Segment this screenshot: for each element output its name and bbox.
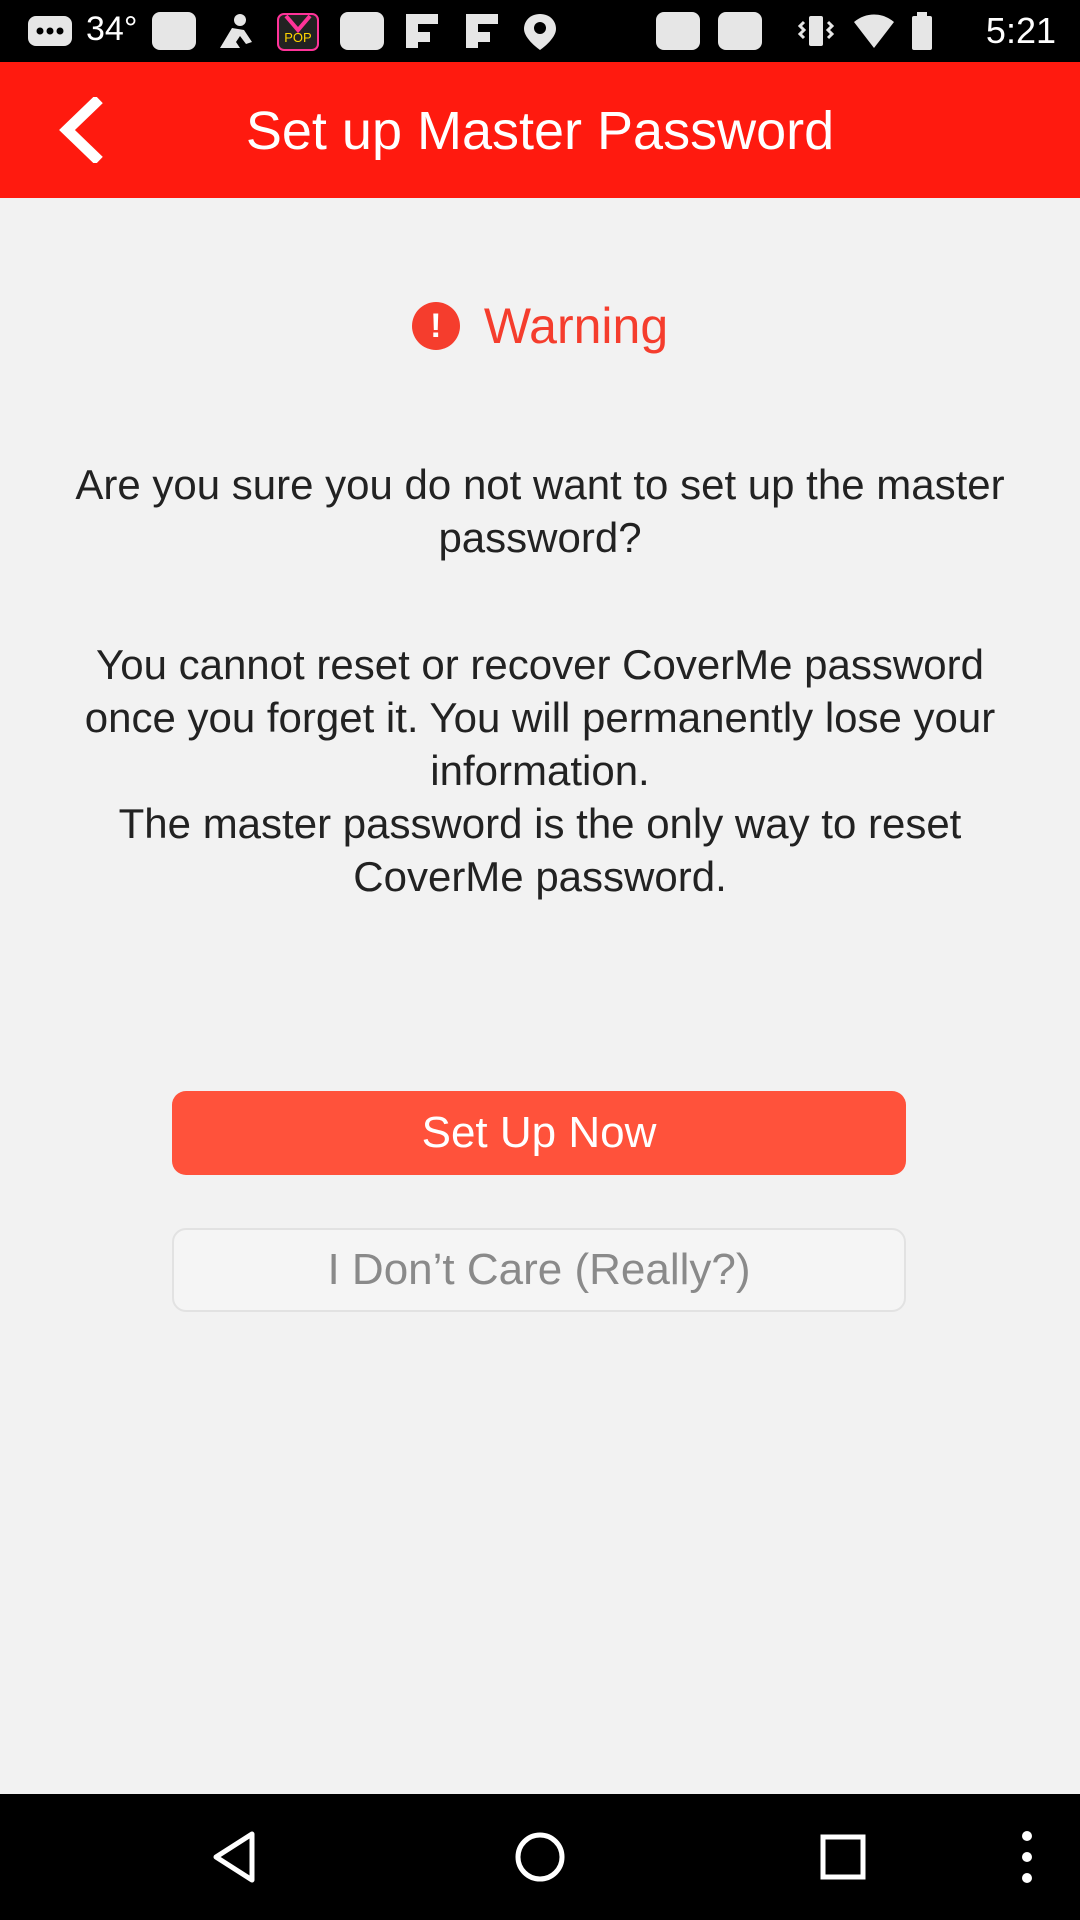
dont-care-button[interactable]: I Don’t Care (Really?) [172, 1228, 906, 1312]
warning-label: Warning [483, 298, 669, 354]
notification-icon [340, 12, 384, 50]
clock-text: 5:21 [985, 10, 1056, 51]
notification-icon [718, 12, 762, 50]
notification-icon [152, 12, 196, 50]
page-title: Set up Master Password [245, 101, 835, 161]
wifi-icon [852, 12, 896, 55]
warning-header: ! Warning [0, 296, 1080, 356]
setup-now-label: Set Up Now [421, 1108, 657, 1157]
status-bar: 34° POP 5:21 [0, 0, 1080, 62]
flipboard-icon [402, 12, 442, 55]
location-icon [520, 12, 560, 57]
setup-now-button[interactable]: Set Up Now [172, 1091, 906, 1175]
flipboard-icon [462, 12, 502, 55]
back-triangle-icon[interactable] [202, 1822, 272, 1892]
person-icon [214, 12, 258, 55]
app-bar: Set up Master Password [0, 62, 1080, 198]
messages-icon [26, 12, 74, 55]
overflow-menu-icon[interactable] [992, 1822, 1062, 1892]
recents-square-icon[interactable] [808, 1822, 878, 1892]
exclamation-icon: ! [411, 302, 460, 350]
pop-app-icon: POP [276, 12, 320, 57]
dont-care-label: I Don’t Care (Really?) [327, 1245, 751, 1294]
navigation-bar [0, 1794, 1080, 1920]
notification-icon [656, 12, 700, 50]
battery-icon [910, 12, 934, 57]
vibrate-icon [796, 12, 836, 55]
home-circle-icon[interactable] [505, 1822, 575, 1892]
temperature-text: 34° [86, 10, 138, 48]
warning-message: You cannot reset or recover CoverMe pass… [84, 641, 996, 900]
confirmation-question: Are you sure you do not want to set up t… [75, 461, 1005, 561]
